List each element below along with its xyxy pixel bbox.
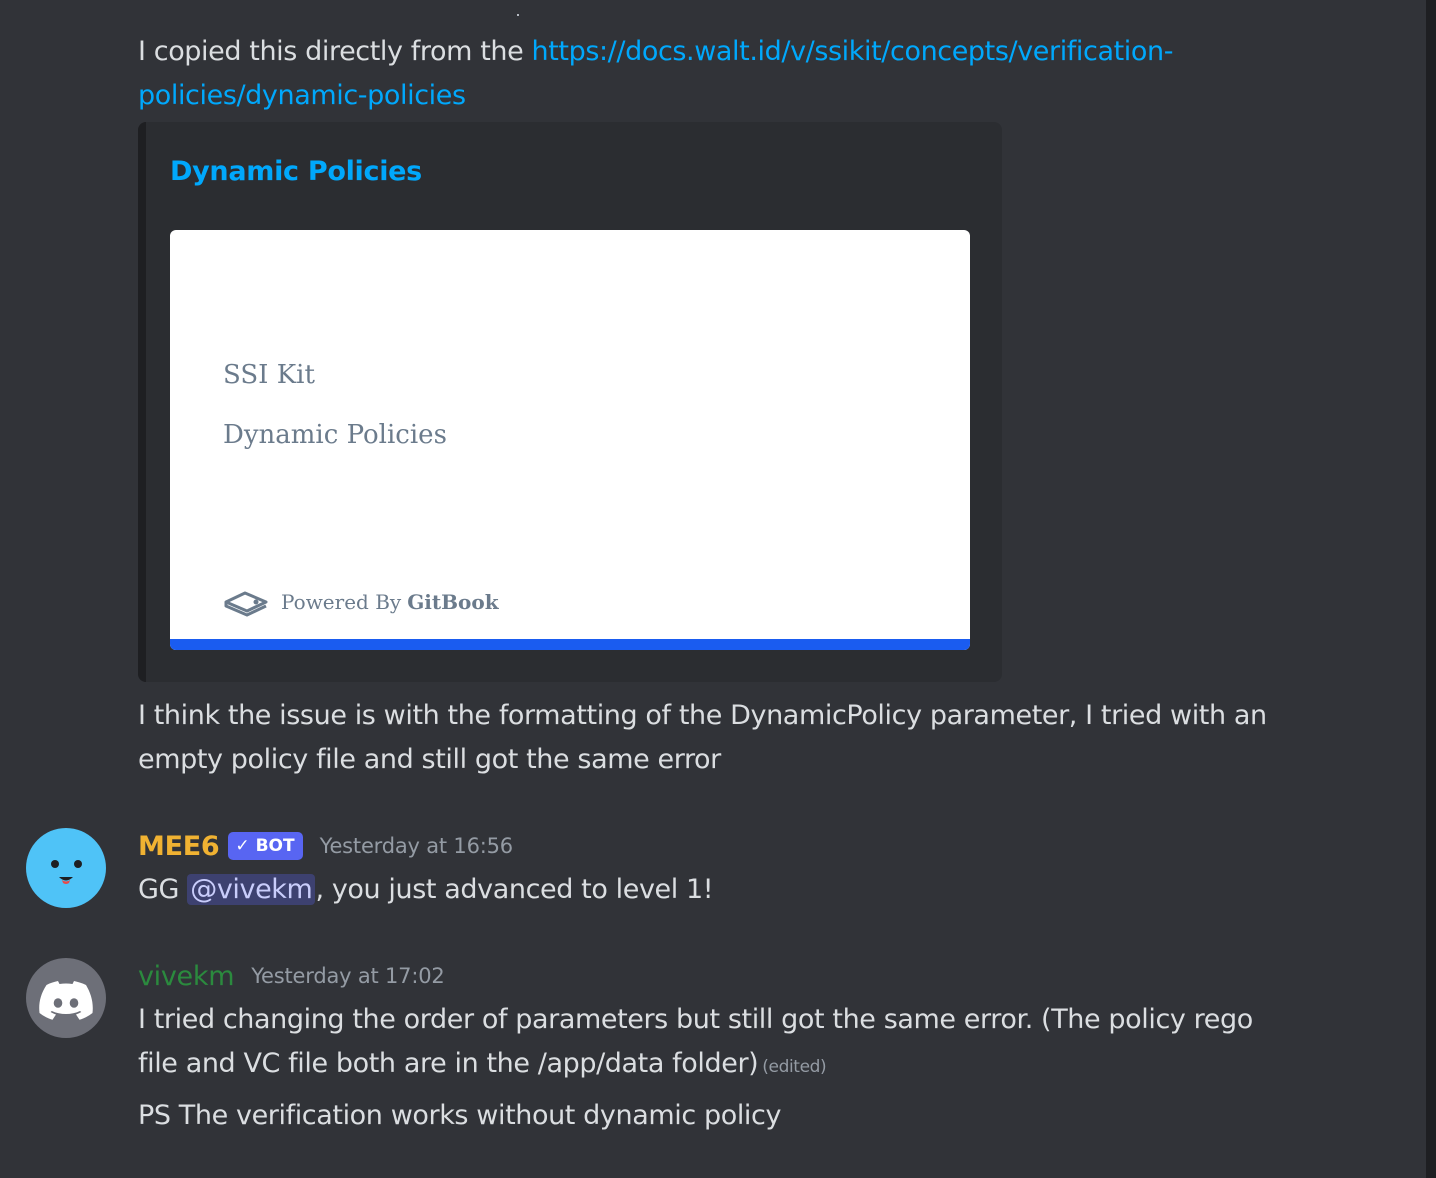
vivekm-message-header: vivekm Yesterday at 17:02 bbox=[138, 958, 445, 994]
preview-space-name: SSI Kit bbox=[223, 360, 315, 390]
vivekm-message-text: I tried changing the order of parameters… bbox=[138, 1004, 1253, 1079]
mee6-message-text: GG @vivekm, you just advanced to level 1… bbox=[138, 874, 714, 905]
vivekm-timestamp[interactable]: Yesterday at 17:02 bbox=[251, 964, 445, 988]
message-text-prefix: I copied this directly from the bbox=[138, 36, 532, 67]
embed-preview-image[interactable]: SSI Kit Dynamic Policies Powered By GitB… bbox=[170, 230, 970, 650]
discord-avatar-icon bbox=[39, 981, 93, 1020]
separator-dot bbox=[517, 14, 519, 16]
mee6-timestamp[interactable]: Yesterday at 16:56 bbox=[320, 834, 514, 858]
preview-bottom-bar bbox=[170, 639, 970, 650]
check-icon: ✓ bbox=[235, 836, 250, 856]
user-mention[interactable]: @vivekm bbox=[187, 874, 316, 905]
mee6-avatar-icon bbox=[51, 860, 82, 884]
gitbook-icon bbox=[224, 591, 268, 617]
bot-tag: ✓ BOT bbox=[228, 832, 303, 860]
vivekm-username[interactable]: vivekm bbox=[138, 961, 235, 992]
message-text-formatting-issue: I think the issue is with the formatting… bbox=[138, 700, 1267, 775]
powered-by-label: Powered By bbox=[281, 590, 402, 614]
mee6-message-header: MEE6 ✓ BOT Yesterday at 16:56 bbox=[138, 828, 513, 864]
vivekm-avatar[interactable] bbox=[26, 958, 106, 1038]
message-text-copied-link: I copied this directly from the https://… bbox=[138, 30, 1318, 118]
embed-accent-bar bbox=[138, 122, 146, 682]
gitbook-brand-label: GitBook bbox=[407, 590, 499, 614]
vivekm-followup-text: PS The verification works without dynami… bbox=[138, 1100, 782, 1131]
powered-by-gitbook: Powered By GitBook bbox=[223, 584, 499, 620]
mee6-username[interactable]: MEE6 bbox=[138, 831, 220, 862]
edited-label: (edited) bbox=[762, 1057, 827, 1077]
scrollbar-track[interactable] bbox=[1426, 0, 1436, 1178]
preview-page-title: Dynamic Policies bbox=[223, 420, 447, 450]
embed-title[interactable]: Dynamic Policies bbox=[170, 156, 422, 187]
link-embed: Dynamic Policies SSI Kit Dynamic Policie… bbox=[138, 122, 1002, 682]
mee6-avatar[interactable] bbox=[26, 828, 106, 908]
bot-tag-label: BOT bbox=[255, 836, 295, 856]
